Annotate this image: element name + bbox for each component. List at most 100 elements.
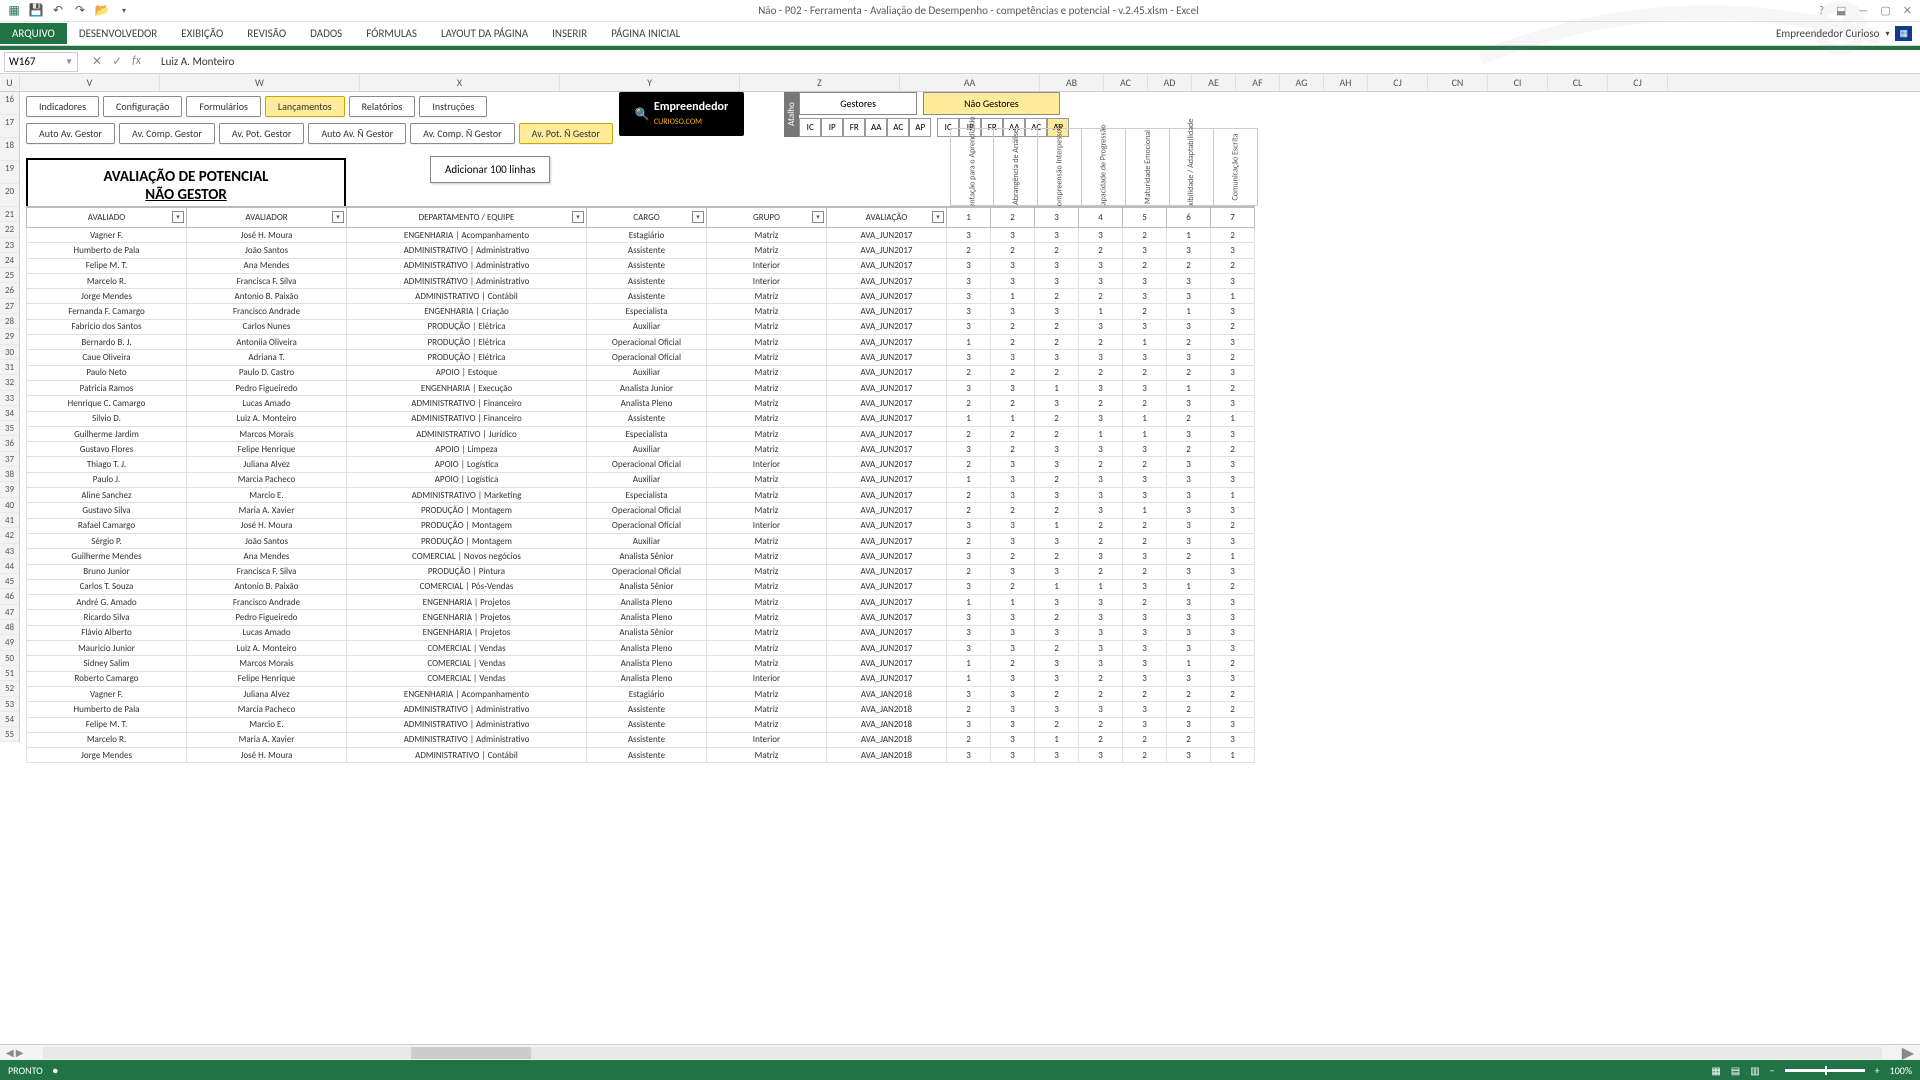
row-header[interactable]: 44 [0, 559, 19, 574]
row-header[interactable]: 29 [0, 329, 19, 344]
col-header[interactable]: CL [1548, 74, 1608, 91]
cell[interactable]: 2 [991, 503, 1035, 518]
row-header[interactable]: 42 [0, 528, 19, 543]
cell[interactable]: 1 [991, 595, 1035, 610]
cell[interactable]: 2 [991, 396, 1035, 411]
cell[interactable]: Marcia Pacheco [187, 472, 347, 487]
cell[interactable]: 2 [1035, 411, 1079, 426]
view-normal-icon[interactable]: ▦ [1711, 1064, 1720, 1077]
cell[interactable]: COMERCIAL | Novos negócios [347, 549, 587, 564]
maximize-icon[interactable]: ▢ [1880, 4, 1890, 17]
row-header[interactable]: 30 [0, 345, 19, 360]
cell[interactable]: Analista Pleno [587, 595, 707, 610]
group-button-gestores[interactable]: Gestores [799, 92, 917, 115]
cell[interactable]: Luiz A. Monteiro [187, 641, 347, 656]
minimize-icon[interactable]: — [1858, 4, 1868, 17]
zoom-value[interactable]: 100% [1890, 1064, 1912, 1077]
cell[interactable]: Matriz [707, 304, 827, 319]
cell[interactable]: Pedro Figueiredo [187, 380, 347, 395]
cell[interactable]: AVA_JUN2017 [827, 258, 947, 273]
table-header[interactable]: 1 [947, 208, 991, 228]
add-rows-button[interactable]: Adicionar 100 linhas [430, 156, 550, 183]
cell[interactable]: 3 [1079, 380, 1123, 395]
cell[interactable]: 2 [1123, 258, 1167, 273]
user-dropdown-icon[interactable]: ▾ [1885, 29, 1889, 39]
cell[interactable]: AVA_JUN2017 [827, 610, 947, 625]
cell[interactable]: Auxiliar [587, 442, 707, 457]
cell[interactable]: Interior [707, 518, 827, 533]
cell[interactable]: 2 [1167, 732, 1211, 747]
cell[interactable]: 3 [991, 350, 1035, 365]
cell[interactable]: 3 [991, 671, 1035, 686]
cell[interactable]: Henrique C. Camargo [27, 396, 187, 411]
shortcut-fr[interactable]: FR [843, 118, 865, 137]
cell[interactable]: 2 [947, 732, 991, 747]
cell[interactable]: 3 [1079, 442, 1123, 457]
cell[interactable]: 3 [1079, 258, 1123, 273]
cell[interactable]: Analista Pleno [587, 656, 707, 671]
table-row[interactable]: Felipe M. T.Ana MendesADMINISTRATIVO | A… [27, 258, 1255, 273]
cell[interactable]: Mauricio Junior [27, 641, 187, 656]
cell[interactable]: Pedro Figueiredo [187, 610, 347, 625]
cell[interactable]: AVA_JUN2017 [827, 243, 947, 258]
cell[interactable]: 3 [991, 472, 1035, 487]
cell[interactable]: Operacional Oficial [587, 564, 707, 579]
cell[interactable]: Interior [707, 732, 827, 747]
table-row[interactable]: Guilherme JardimMarcos MoraisADMINISTRAT… [27, 426, 1255, 441]
cell[interactable]: 3 [1079, 411, 1123, 426]
cell[interactable]: 1 [1167, 304, 1211, 319]
cell[interactable]: COMERCIAL | Pós-Vendas [347, 579, 587, 594]
cell[interactable]: Antonio B. Paixão [187, 579, 347, 594]
cell[interactable]: Lucas Amado [187, 396, 347, 411]
cell[interactable]: Rafael Camargo [27, 518, 187, 533]
cell[interactable]: 2 [1123, 564, 1167, 579]
cell[interactable]: AVA_JUN2017 [827, 488, 947, 503]
row-header[interactable]: 47 [0, 605, 19, 620]
tab-layout-da-página[interactable]: LAYOUT DA PÁGINA [429, 23, 540, 44]
col-header[interactable]: CN [1428, 74, 1488, 91]
account-icon[interactable]: ▦ [1895, 26, 1912, 41]
cell[interactable]: Bernardo B. J. [27, 335, 187, 350]
redo-icon[interactable]: ↷ [72, 3, 88, 19]
table-row[interactable]: Gustavo FloresFelipe HenriqueAPOIO | Lim… [27, 442, 1255, 457]
cell[interactable]: Interior [707, 258, 827, 273]
help-icon[interactable]: ? [1819, 4, 1824, 17]
cell[interactable]: Paulo D. Castro [187, 365, 347, 380]
cell[interactable]: 3 [991, 732, 1035, 747]
cell[interactable]: Francisco Andrade [187, 304, 347, 319]
cell[interactable]: Antonio B. Paixão [187, 289, 347, 304]
cell[interactable]: Matriz [707, 442, 827, 457]
cell[interactable]: 2 [1211, 350, 1255, 365]
cell[interactable]: Matriz [707, 426, 827, 441]
cell[interactable]: Matriz [707, 686, 827, 701]
cell[interactable]: Assistente [587, 748, 707, 763]
cell[interactable]: 3 [1211, 503, 1255, 518]
cell[interactable]: 3 [991, 641, 1035, 656]
cell[interactable]: 2 [1079, 717, 1123, 732]
cell[interactable]: ADMINISTRATIVO | Financeiro [347, 396, 587, 411]
cell[interactable]: 3 [1035, 656, 1079, 671]
cell[interactable]: 3 [991, 533, 1035, 548]
row-header[interactable]: 27 [0, 299, 19, 314]
cell[interactable]: Estagiário [587, 228, 707, 243]
cell[interactable]: 2 [947, 396, 991, 411]
table-row[interactable]: Humberto de PalaJoão SantosADMINISTRATIV… [27, 243, 1255, 258]
shortcut-aa[interactable]: AA [865, 118, 887, 137]
cell[interactable]: André G. Amado [27, 595, 187, 610]
cell[interactable]: Jorge Mendes [27, 289, 187, 304]
cell[interactable]: 3 [1167, 319, 1211, 334]
table-row[interactable]: Roberto CamargoFelipe HenriqueCOMERCIAL … [27, 671, 1255, 686]
cell[interactable]: Maria A. Xavier [187, 503, 347, 518]
cell[interactable]: 2 [1211, 518, 1255, 533]
cell[interactable]: 2 [947, 426, 991, 441]
cell[interactable]: Matriz [707, 549, 827, 564]
cell[interactable]: Juliana Alvez [187, 686, 347, 701]
cell[interactable]: 2 [1123, 595, 1167, 610]
cell[interactable]: AVA_JUN2017 [827, 228, 947, 243]
row-header[interactable]: 28 [0, 314, 19, 329]
cell[interactable]: 1 [1035, 380, 1079, 395]
cell[interactable]: ADMINISTRATIVO | Marketing [347, 488, 587, 503]
table-row[interactable]: André G. AmadoFrancisco AndradeENGENHARI… [27, 595, 1255, 610]
table-header[interactable]: AVALIADO▾ [27, 208, 187, 228]
cell[interactable]: Assistente [587, 702, 707, 717]
